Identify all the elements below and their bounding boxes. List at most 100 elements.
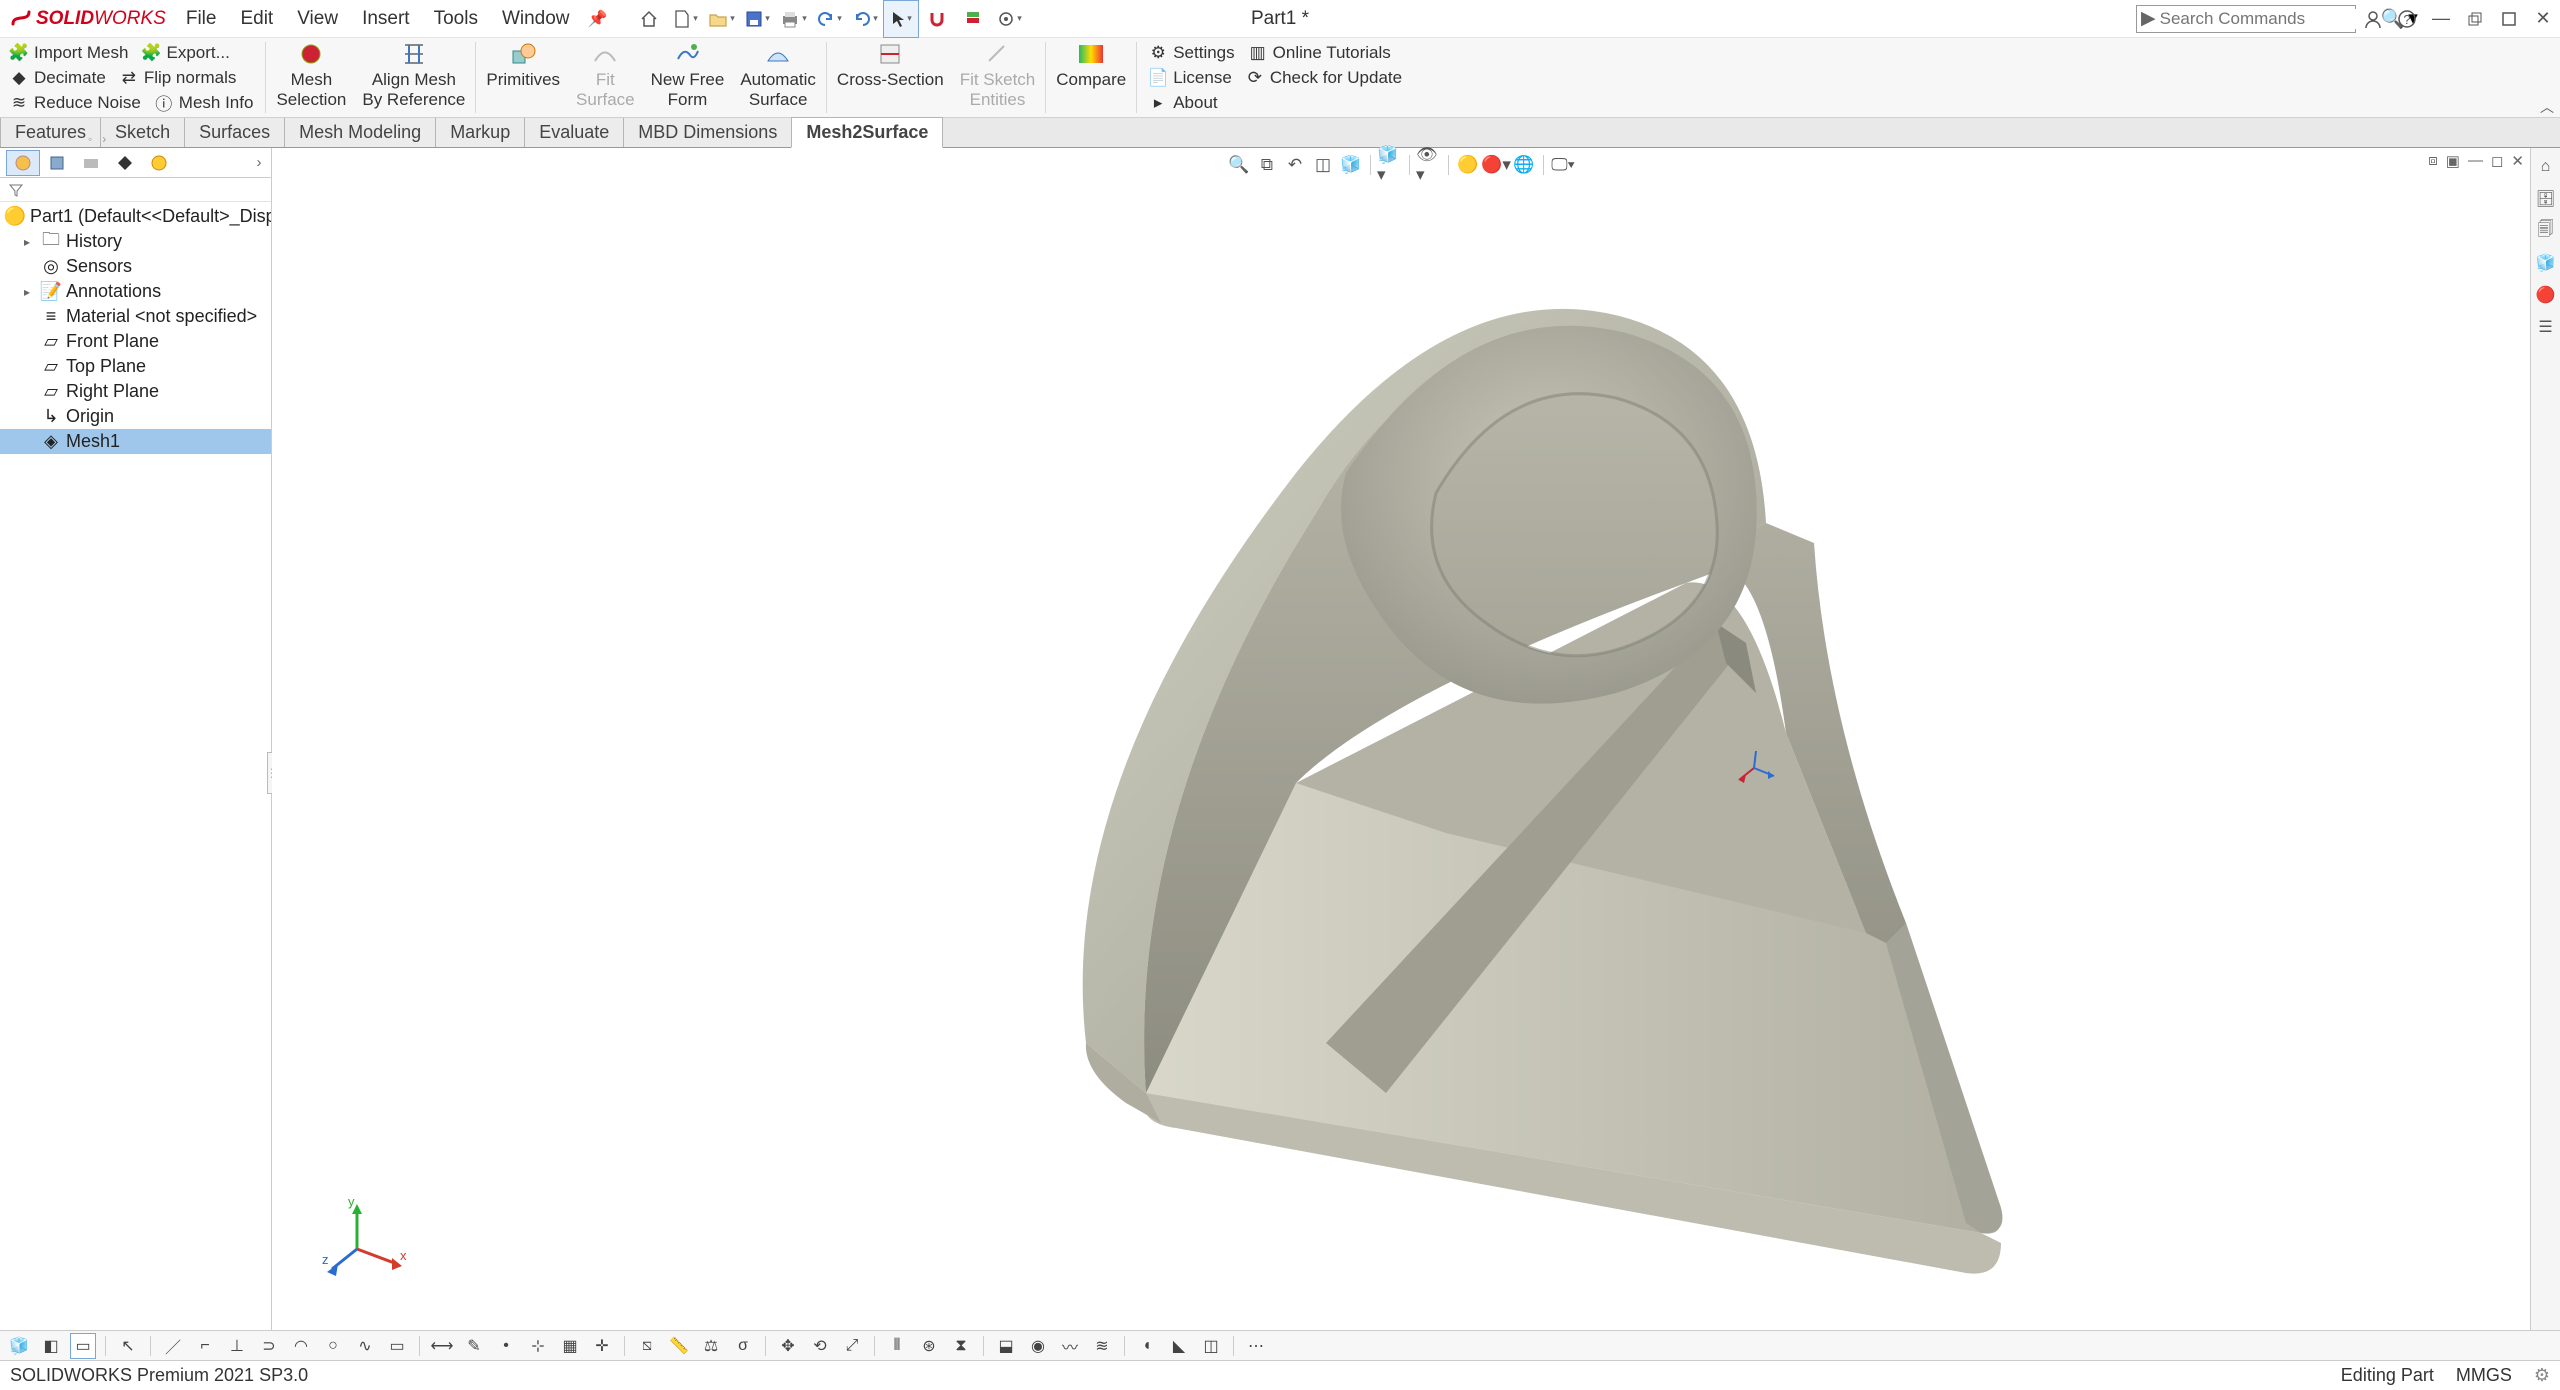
tree-root[interactable]: 🟡Part1 (Default<<Default>_Display S — [0, 204, 271, 229]
lt-snap-icon[interactable]: ✛ — [589, 1333, 615, 1359]
new-free-form-button[interactable]: New Free Form — [643, 38, 733, 114]
settings-button[interactable]: ⚙Settings — [1145, 43, 1238, 63]
lt-fillet-icon[interactable]: ◖ — [1134, 1333, 1160, 1359]
mesh-info-button[interactable]: ⓘMesh Info — [151, 93, 258, 113]
tab-mesh2surface[interactable]: Mesh2Surface — [791, 117, 943, 148]
fm-tab-property[interactable] — [40, 150, 74, 176]
tab-evaluate[interactable]: Evaluate — [524, 117, 624, 147]
lt-chamfer-icon[interactable]: ◣ — [1166, 1333, 1192, 1359]
tree-origin[interactable]: ↳Origin — [0, 404, 271, 429]
status-units[interactable]: MMGS — [2456, 1365, 2512, 1386]
tp-view-palette-icon[interactable]: 🗐 — [2533, 218, 2559, 244]
import-mesh-button[interactable]: 🧩Import Mesh — [6, 43, 132, 63]
zoom-area-button[interactable]: ⧉ — [1254, 152, 1280, 178]
vp-print3d-icon[interactable]: ⧈ — [2428, 152, 2438, 170]
lt-cursor-icon[interactable]: ↖ — [115, 1333, 141, 1359]
help-button[interactable]: ? — [2390, 0, 2424, 38]
license-button[interactable]: 📄License — [1145, 68, 1236, 88]
menu-window[interactable]: Window — [490, 8, 582, 30]
graphics-viewport[interactable]: 🔍 ⧉ ↶ ◫ 🧊 🧊▾ 👁▾ 🟡 🔴▾ 🌐 🖵▾ ⧈ ▣ — ◻ ✕ — [272, 148, 2530, 1356]
lt-motion1-icon[interactable]: ▭ — [70, 1333, 96, 1359]
reduce-noise-button[interactable]: ≋Reduce Noise — [6, 93, 145, 113]
tree-material[interactable]: ≡Material <not specified> — [0, 304, 271, 329]
lt-dim-icon[interactable]: ⟷ — [429, 1333, 455, 1359]
open-button[interactable]: ▾ — [703, 0, 739, 38]
lt-note-icon[interactable]: ✎ — [461, 1333, 487, 1359]
menu-tools[interactable]: Tools — [422, 8, 490, 30]
lt-arc-icon[interactable]: ◠ — [288, 1333, 314, 1359]
tab-sketch[interactable]: Sketch — [100, 117, 185, 147]
view-settings-button[interactable]: 🖵▾ — [1550, 152, 1576, 178]
lt-move-icon[interactable]: ✥ — [775, 1333, 801, 1359]
ribbon-collapse[interactable]: ︿ — [2540, 97, 2554, 117]
primitives-button[interactable]: Primitives — [478, 38, 568, 114]
view-orient-button[interactable]: 🧊▾ — [1377, 152, 1403, 178]
options-button[interactable]: ▾ — [991, 0, 1027, 38]
lt-more-icon[interactable]: ⋯ — [1243, 1333, 1269, 1359]
fm-tab-config[interactable] — [74, 150, 108, 176]
menu-edit[interactable]: Edit — [228, 8, 285, 30]
fm-tab-display[interactable] — [142, 150, 176, 176]
align-mesh-button[interactable]: Align Mesh By Reference — [354, 38, 473, 114]
automatic-surface-button[interactable]: Automatic Surface — [732, 38, 824, 114]
lt-mass-icon[interactable]: ⚖ — [698, 1333, 724, 1359]
lt-eval-icon[interactable]: σ — [730, 1333, 756, 1359]
new-button[interactable]: ▾ — [667, 0, 703, 38]
tab-mesh-modeling[interactable]: Mesh Modeling — [284, 117, 436, 147]
search-commands[interactable]: ▶ 🔍 ▾ — [2136, 5, 2356, 33]
search-input[interactable] — [2160, 9, 2381, 29]
fm-expand[interactable]: › — [247, 154, 271, 171]
tab-markup[interactable]: Markup — [435, 117, 525, 147]
prev-view-button[interactable]: ↶ — [1282, 152, 1308, 178]
lt-3dviews-icon[interactable]: ◧ — [38, 1333, 64, 1359]
lt-pt-icon[interactable]: • — [493, 1333, 519, 1359]
vp-layout-icon[interactable]: ▣ — [2446, 152, 2460, 170]
tree-right-plane[interactable]: ▱Right Plane — [0, 379, 271, 404]
lt-scale-icon[interactable]: ⤢ — [839, 1333, 865, 1359]
cross-section-button[interactable]: Cross-Section — [829, 38, 952, 114]
lt-tangent-icon[interactable]: ⊃ — [256, 1333, 282, 1359]
lt-axis-icon[interactable]: ⊹ — [525, 1333, 551, 1359]
tree-history[interactable]: ▸🗀History — [0, 229, 271, 254]
appearance-button[interactable]: 🔴▾ — [1483, 152, 1509, 178]
minimize-button[interactable]: — — [2424, 0, 2458, 38]
lt-spline-icon[interactable]: ∿ — [352, 1333, 378, 1359]
fm-tab-tree[interactable] — [6, 150, 40, 176]
tree-front-plane[interactable]: ▱Front Plane — [0, 329, 271, 354]
lt-shell-icon[interactable]: ◫ — [1198, 1333, 1224, 1359]
lt-mirror-icon[interactable]: ⧗ — [948, 1333, 974, 1359]
magnet-button[interactable] — [919, 0, 955, 38]
home-button[interactable] — [631, 0, 667, 38]
lt-loft-icon[interactable]: ≋ — [1089, 1333, 1115, 1359]
tab-surfaces[interactable]: Surfaces — [184, 117, 285, 147]
lt-section-icon[interactable]: ⧅ — [634, 1333, 660, 1359]
hide-show-button[interactable]: 🟡 — [1455, 152, 1481, 178]
pin-icon[interactable]: 📌 — [588, 9, 608, 29]
lt-sweep-icon[interactable]: 〰 — [1057, 1333, 1083, 1359]
maximize-button[interactable] — [2492, 0, 2526, 38]
lt-grid-icon[interactable]: ▦ — [557, 1333, 583, 1359]
tree-top-plane[interactable]: ▱Top Plane — [0, 354, 271, 379]
lt-perp-icon[interactable]: ⊥ — [224, 1333, 250, 1359]
decimate-button[interactable]: ◆Decimate — [6, 68, 110, 88]
lt-circle-icon[interactable]: ○ — [320, 1333, 346, 1359]
check-update-button[interactable]: ⟳Check for Update — [1242, 68, 1406, 88]
flip-normals-button[interactable]: ⇄Flip normals — [116, 68, 241, 88]
lt-corner-icon[interactable]: ⌐ — [192, 1333, 218, 1359]
compare-button[interactable]: Compare — [1048, 38, 1134, 114]
tab-mbd-dimensions[interactable]: MBD Dimensions — [623, 117, 792, 147]
lt-circular-icon[interactable]: ⊛ — [916, 1333, 942, 1359]
feature-tree[interactable]: 🟡Part1 (Default<<Default>_Display S ▸🗀Hi… — [0, 202, 271, 456]
zoom-fit-button[interactable]: 🔍 — [1226, 152, 1252, 178]
lt-extrude-icon[interactable]: ⬓ — [993, 1333, 1019, 1359]
tab-features[interactable]: Features — [0, 117, 101, 147]
mesh-selection-button[interactable]: Mesh Selection — [268, 38, 354, 114]
export-mesh-button[interactable]: 🧩Export... — [138, 43, 233, 63]
select-button[interactable]: ▾ — [883, 0, 919, 38]
tp-custom-props-icon[interactable]: 🔴 — [2533, 282, 2559, 308]
tutorials-button[interactable]: ▥Online Tutorials — [1245, 43, 1395, 63]
tp-resources-icon[interactable]: 🗄 — [2533, 186, 2559, 212]
close-button[interactable]: ✕ — [2526, 0, 2560, 38]
fm-filter-row[interactable] — [0, 178, 271, 202]
lt-measure-icon[interactable]: 📏 — [666, 1333, 692, 1359]
